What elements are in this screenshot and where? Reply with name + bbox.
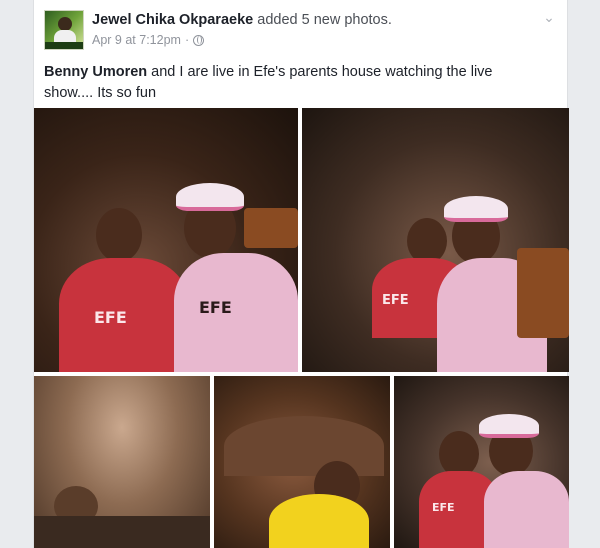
- white-cap: [176, 183, 244, 211]
- author-avatar[interactable]: [44, 10, 84, 50]
- photo-3[interactable]: [34, 376, 210, 548]
- photo-1[interactable]: EFE EFE: [34, 108, 298, 372]
- post-action-text: added 5 new photos.: [257, 12, 392, 28]
- post-meta: Apr 9 at 7:12pm ·: [92, 33, 205, 47]
- avatar-figure: [58, 17, 72, 31]
- pink-shirt: [484, 471, 569, 548]
- chevron-down-icon[interactable]: ⌄: [541, 10, 557, 26]
- person-head: [96, 208, 142, 262]
- author-name-link[interactable]: Jewel Chika Okparaeke: [92, 12, 253, 28]
- photo-2[interactable]: EFE: [302, 108, 569, 372]
- pink-shirt: [174, 253, 298, 372]
- globe-icon[interactable]: [193, 34, 205, 46]
- shirt-print: EFE: [199, 298, 232, 317]
- post-title-line: Jewel Chika Okparaeke added 5 new photos…: [92, 12, 392, 28]
- wooden-chair: [517, 248, 569, 338]
- mention-link[interactable]: Benny Umoren: [44, 64, 147, 80]
- post-card: Jewel Chika Okparaeke added 5 new photos…: [33, 0, 569, 548]
- shirt-print: EFE: [432, 501, 455, 514]
- photo-5[interactable]: EFE: [394, 376, 569, 548]
- post-body: Benny Umoren and I are live in Efe's par…: [44, 62, 544, 104]
- shirt-print: EFE: [382, 293, 409, 308]
- photo-4[interactable]: [214, 376, 390, 548]
- arch-wall: [224, 416, 384, 476]
- wooden-chair: [244, 208, 298, 248]
- white-cap: [444, 196, 508, 222]
- post-header: Jewel Chika Okparaeke added 5 new photos…: [44, 10, 557, 52]
- white-cap: [479, 414, 539, 438]
- crowd-row: [34, 516, 210, 548]
- avatar-band: [45, 42, 83, 49]
- meta-separator: ·: [184, 33, 190, 47]
- photo-grid: EFE EFE EFE EFE: [34, 108, 569, 548]
- post-timestamp[interactable]: Apr 9 at 7:12pm: [92, 33, 181, 47]
- shirt-print: EFE: [94, 308, 127, 327]
- yellow-shirt: [269, 494, 369, 548]
